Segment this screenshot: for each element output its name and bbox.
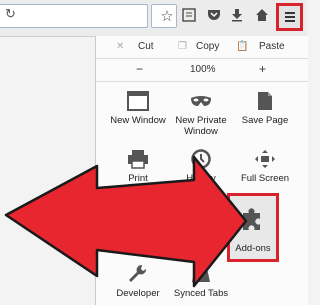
red-arrow-pointer: [4, 155, 248, 288]
